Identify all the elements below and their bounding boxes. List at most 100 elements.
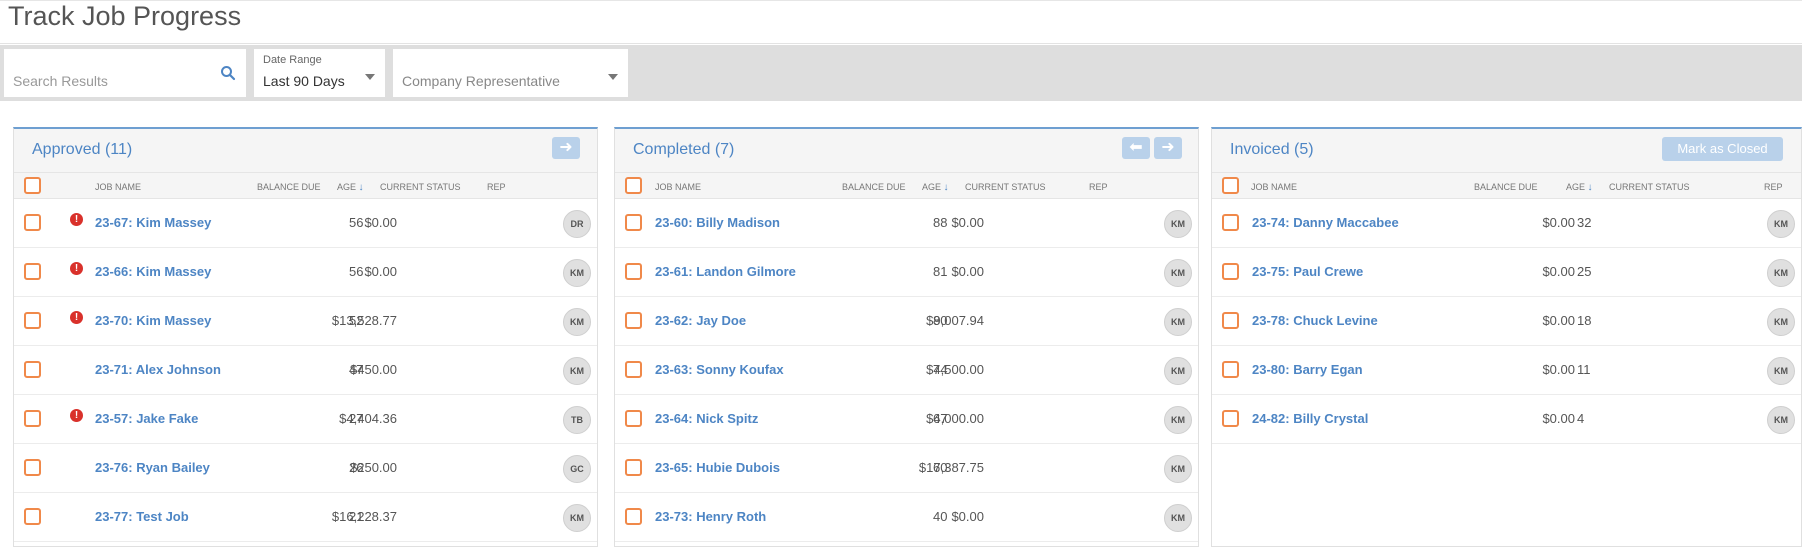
column-rep[interactable]: REP bbox=[1089, 182, 1108, 192]
rep-avatar[interactable]: KM bbox=[1164, 357, 1192, 385]
row-checkbox[interactable] bbox=[24, 361, 41, 378]
rep-avatar[interactable]: DR bbox=[563, 210, 591, 238]
table-row[interactable]: 23-76: Ryan Bailey $250.00 26 GC bbox=[14, 444, 597, 493]
row-checkbox[interactable] bbox=[625, 459, 642, 476]
rep-avatar[interactable]: KM bbox=[1164, 504, 1192, 532]
select-all-checkbox[interactable] bbox=[24, 177, 41, 194]
search-icon[interactable] bbox=[220, 65, 236, 81]
job-name-link[interactable]: 23-66: Kim Massey bbox=[95, 264, 211, 279]
job-name-link[interactable]: 24-82: Billy Crystal bbox=[1252, 411, 1368, 426]
rep-avatar[interactable]: KM bbox=[1767, 308, 1795, 336]
column-current-status[interactable]: CURRENT STATUS bbox=[380, 182, 461, 192]
job-name-link[interactable]: 23-80: Barry Egan bbox=[1252, 362, 1363, 377]
mark-as-closed-button[interactable]: Mark as Closed bbox=[1662, 137, 1783, 161]
job-name-link[interactable]: 23-74: Danny Maccabee bbox=[1252, 215, 1399, 230]
row-checkbox[interactable] bbox=[625, 263, 642, 280]
row-checkbox[interactable] bbox=[1222, 263, 1239, 280]
table-row[interactable]: 24-82: Billy Crystal $0.00 4 KM bbox=[1212, 395, 1801, 444]
job-name-link[interactable]: 23-75: Paul Crewe bbox=[1252, 264, 1363, 279]
rep-avatar[interactable]: KM bbox=[1164, 455, 1192, 483]
column-age[interactable]: AGE ↓ bbox=[1566, 182, 1593, 193]
job-name-link[interactable]: 23-64: Nick Spitz bbox=[655, 411, 758, 426]
column-current-status[interactable]: CURRENT STATUS bbox=[965, 182, 1046, 192]
search-input[interactable]: Search Results bbox=[13, 73, 108, 89]
column-rep[interactable]: REP bbox=[1764, 182, 1783, 192]
column-balance-due[interactable]: BALANCE DUE bbox=[842, 182, 906, 192]
job-name-link[interactable]: 23-65: Hubie Dubois bbox=[655, 460, 780, 475]
column-age[interactable]: AGE ↓ bbox=[922, 182, 949, 193]
table-row[interactable]: ! 23-57: Jake Fake $4,404.36 27 TB bbox=[14, 395, 597, 444]
table-row[interactable]: ! 23-67: Kim Massey $0.00 56 DR bbox=[14, 199, 597, 248]
rep-avatar[interactable]: GC bbox=[563, 455, 591, 483]
rep-avatar[interactable]: KM bbox=[1164, 308, 1192, 336]
column-balance-due[interactable]: BALANCE DUE bbox=[257, 182, 321, 192]
table-row[interactable]: 23-71: Alex Johnson $450.00 47 KM bbox=[14, 346, 597, 395]
row-checkbox[interactable] bbox=[24, 263, 41, 280]
column-balance-due[interactable]: BALANCE DUE bbox=[1474, 182, 1538, 192]
rep-avatar[interactable]: KM bbox=[1767, 259, 1795, 287]
job-name-link[interactable]: 23-57: Jake Fake bbox=[95, 411, 198, 426]
job-name-link[interactable]: 23-70: Kim Massey bbox=[95, 313, 211, 328]
row-checkbox[interactable] bbox=[625, 361, 642, 378]
row-checkbox[interactable] bbox=[1222, 214, 1239, 231]
table-row[interactable]: 23-77: Test Job $16,228.37 21 KM bbox=[14, 493, 597, 542]
table-row[interactable]: 23-74: Danny Maccabee $0.00 32 KM bbox=[1212, 199, 1801, 248]
row-checkbox[interactable] bbox=[625, 312, 642, 329]
job-name-link[interactable]: 23-63: Sonny Koufax bbox=[655, 362, 784, 377]
table-row[interactable]: 23-75: Paul Crewe $0.00 25 KM bbox=[1212, 248, 1801, 297]
company-rep-select[interactable]: Company Representative bbox=[393, 49, 628, 97]
row-checkbox[interactable] bbox=[1222, 361, 1239, 378]
rep-avatar[interactable]: KM bbox=[1164, 259, 1192, 287]
table-row[interactable]: 23-64: Nick Spitz $4,000.00 67 KM bbox=[615, 395, 1198, 444]
table-row[interactable]: 23-73: Henry Roth $0.00 40 KM bbox=[615, 493, 1198, 542]
rep-avatar[interactable]: KM bbox=[563, 308, 591, 336]
rep-avatar[interactable]: KM bbox=[1767, 406, 1795, 434]
table-row[interactable]: 23-63: Sonny Koufax $4,500.00 74 KM bbox=[615, 346, 1198, 395]
row-checkbox[interactable] bbox=[625, 410, 642, 427]
column-job-name[interactable]: JOB NAME bbox=[1251, 182, 1297, 192]
column-job-name[interactable]: JOB NAME bbox=[655, 182, 701, 192]
row-checkbox[interactable] bbox=[24, 410, 41, 427]
column-job-name[interactable]: JOB NAME bbox=[95, 182, 141, 192]
rep-avatar[interactable]: KM bbox=[563, 357, 591, 385]
rep-avatar[interactable]: KM bbox=[1164, 406, 1192, 434]
column-age[interactable]: AGE ↓ bbox=[337, 182, 364, 193]
job-name-link[interactable]: 23-78: Chuck Levine bbox=[1252, 313, 1378, 328]
job-name-link[interactable]: 23-73: Henry Roth bbox=[655, 509, 766, 524]
rep-avatar[interactable]: TB bbox=[563, 406, 591, 434]
search-field[interactable]: Search Results bbox=[4, 49, 246, 97]
row-checkbox[interactable] bbox=[1222, 410, 1239, 427]
arrow-left-icon[interactable]: ⬅ bbox=[1122, 137, 1150, 159]
date-range-select[interactable]: Date Range Last 90 Days bbox=[254, 49, 385, 97]
table-row[interactable]: 23-60: Billy Madison $0.00 88 KM bbox=[615, 199, 1198, 248]
table-row[interactable]: 23-62: Jay Doe $9,007.94 80 KM bbox=[615, 297, 1198, 346]
job-name-link[interactable]: 23-61: Landon Gilmore bbox=[655, 264, 796, 279]
rep-avatar[interactable]: KM bbox=[1767, 210, 1795, 238]
rep-avatar[interactable]: KM bbox=[563, 259, 591, 287]
row-checkbox[interactable] bbox=[24, 459, 41, 476]
column-current-status[interactable]: CURRENT STATUS bbox=[1609, 182, 1690, 192]
column-rep[interactable]: REP bbox=[487, 182, 506, 192]
job-name-link[interactable]: 23-67: Kim Massey bbox=[95, 215, 211, 230]
rep-avatar[interactable]: KM bbox=[563, 504, 591, 532]
row-checkbox[interactable] bbox=[24, 508, 41, 525]
table-row[interactable]: 23-78: Chuck Levine $0.00 18 KM bbox=[1212, 297, 1801, 346]
table-row[interactable]: ! 23-70: Kim Massey $13,528.77 52 KM bbox=[14, 297, 597, 346]
rep-avatar[interactable]: KM bbox=[1164, 210, 1192, 238]
arrow-right-icon[interactable]: ➜ bbox=[552, 137, 580, 159]
job-name-link[interactable]: 23-60: Billy Madison bbox=[655, 215, 780, 230]
select-all-checkbox[interactable] bbox=[1222, 177, 1239, 194]
table-row[interactable]: 23-80: Barry Egan $0.00 11 KM bbox=[1212, 346, 1801, 395]
select-all-checkbox[interactable] bbox=[625, 177, 642, 194]
table-row[interactable]: 23-61: Landon Gilmore $0.00 81 KM bbox=[615, 248, 1198, 297]
row-checkbox[interactable] bbox=[24, 312, 41, 329]
row-checkbox[interactable] bbox=[625, 214, 642, 231]
row-checkbox[interactable] bbox=[625, 508, 642, 525]
arrow-right-icon[interactable]: ➜ bbox=[1154, 137, 1182, 159]
job-name-link[interactable]: 23-77: Test Job bbox=[95, 509, 189, 524]
rep-avatar[interactable]: KM bbox=[1767, 357, 1795, 385]
job-name-link[interactable]: 23-71: Alex Johnson bbox=[95, 362, 221, 377]
row-checkbox[interactable] bbox=[24, 214, 41, 231]
job-name-link[interactable]: 23-76: Ryan Bailey bbox=[95, 460, 210, 475]
table-row[interactable]: 23-65: Hubie Dubois $17,387.75 60 KM bbox=[615, 444, 1198, 493]
